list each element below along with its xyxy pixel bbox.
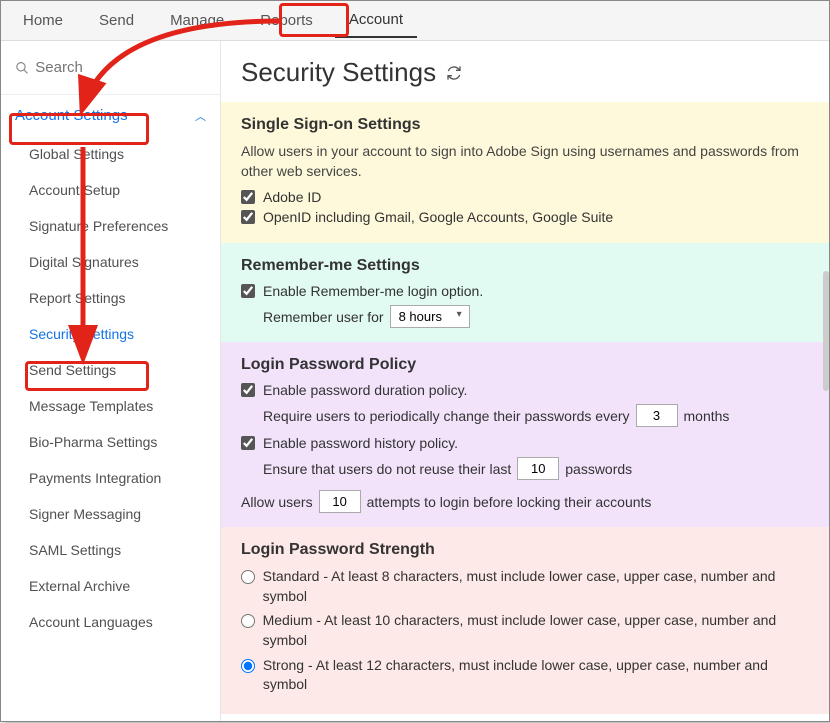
history-prefix: Ensure that users do not reuse their las… (263, 461, 511, 477)
remember-heading: Remember-me Settings (241, 257, 809, 275)
sidebar-section-account-settings[interactable]: Account Settings ︿ (1, 95, 220, 136)
page-title: Security Settings (241, 57, 436, 88)
panel-login-password-strength: Login Password Strength Standard - At le… (221, 527, 829, 714)
top-nav: Home Send Manage Reports Account (1, 1, 829, 41)
sidebar-item-signer-messaging[interactable]: Signer Messaging (1, 496, 220, 532)
remember-prefix: Remember user for (263, 309, 384, 325)
sidebar-item-global-settings[interactable]: Global Settings (1, 136, 220, 172)
sidebar-item-account-setup[interactable]: Account Setup (1, 172, 220, 208)
chevron-up-icon: ︿ (195, 108, 206, 124)
search-field-wrap (1, 59, 220, 95)
duration-prefix: Require users to periodically change the… (263, 408, 630, 424)
sso-heading: Single Sign-on Settings (241, 116, 809, 134)
input-attempts[interactable] (319, 490, 361, 513)
checkbox-adobe-id[interactable] (241, 190, 255, 204)
nav-account[interactable]: Account (335, 3, 417, 38)
sidebar-section-label: Account Settings (15, 107, 128, 124)
policy-heading: Login Password Policy (241, 356, 809, 374)
nav-manage[interactable]: Manage (156, 4, 238, 37)
sidebar-item-message-templates[interactable]: Message Templates (1, 388, 220, 424)
panel-login-password-policy: Login Password Policy Enable password du… (221, 342, 829, 527)
sidebar-item-send-settings[interactable]: Send Settings (1, 352, 220, 388)
input-history-count[interactable] (517, 457, 559, 480)
app-frame: Home Send Manage Reports Account Account… (0, 0, 830, 722)
checkbox-password-duration[interactable] (241, 383, 255, 397)
label-strong: Strong - At least 12 characters, must in… (263, 656, 809, 695)
label-adobe-id: Adobe ID (263, 189, 321, 205)
sidebar-item-account-languages[interactable]: Account Languages (1, 604, 220, 640)
sidebar-item-bio-pharma-settings[interactable]: Bio-Pharma Settings (1, 424, 220, 460)
sidebar-item-signature-preferences[interactable]: Signature Preferences (1, 208, 220, 244)
sso-description: Allow users in your account to sign into… (241, 142, 809, 181)
label-enable-remember-me: Enable Remember-me login option. (263, 283, 483, 299)
attempts-prefix: Allow users (241, 494, 313, 510)
history-suffix: passwords (565, 461, 632, 477)
input-duration-months[interactable] (636, 404, 678, 427)
panel-single-sign-on: Single Sign-on Settings Allow users in y… (221, 102, 829, 243)
select-remember-duration[interactable]: 8 hours (390, 305, 470, 328)
page-title-row: Security Settings (221, 41, 829, 102)
refresh-icon[interactable] (446, 65, 462, 81)
attempts-suffix: attempts to login before locking their a… (367, 494, 652, 510)
main-content: Security Settings Single Sign-on Setting… (221, 41, 829, 721)
sidebar-item-external-archive[interactable]: External Archive (1, 568, 220, 604)
nav-send[interactable]: Send (85, 4, 148, 37)
radio-strong[interactable] (241, 659, 255, 673)
nav-home[interactable]: Home (9, 4, 77, 37)
checkbox-openid[interactable] (241, 210, 255, 224)
sidebar-item-digital-signatures[interactable]: Digital Signatures (1, 244, 220, 280)
duration-suffix: months (684, 408, 730, 424)
sidebar-item-security-settings[interactable]: Security Settings (1, 316, 220, 352)
sidebar: Account Settings ︿ Global Settings Accou… (1, 41, 221, 721)
search-icon (15, 60, 29, 76)
panel-pdf-encryption: PDF Encryption Type (221, 714, 829, 721)
strength-heading: Login Password Strength (241, 541, 809, 559)
label-password-duration: Enable password duration policy. (263, 382, 467, 398)
sidebar-item-saml-settings[interactable]: SAML Settings (1, 532, 220, 568)
label-medium: Medium - At least 10 characters, must in… (263, 611, 809, 650)
label-password-history: Enable password history policy. (263, 435, 458, 451)
radio-standard[interactable] (241, 570, 255, 584)
sidebar-item-report-settings[interactable]: Report Settings (1, 280, 220, 316)
label-openid: OpenID including Gmail, Google Accounts,… (263, 209, 613, 225)
checkbox-enable-remember-me[interactable] (241, 284, 255, 298)
label-standard: Standard - At least 8 characters, must i… (263, 567, 809, 606)
radio-medium[interactable] (241, 614, 255, 628)
sidebar-item-payments-integration[interactable]: Payments Integration (1, 460, 220, 496)
nav-reports[interactable]: Reports (246, 4, 327, 37)
checkbox-password-history[interactable] (241, 436, 255, 450)
panel-remember-me: Remember-me Settings Enable Remember-me … (221, 243, 829, 342)
scrollbar[interactable] (823, 271, 829, 391)
search-input[interactable] (35, 59, 206, 76)
